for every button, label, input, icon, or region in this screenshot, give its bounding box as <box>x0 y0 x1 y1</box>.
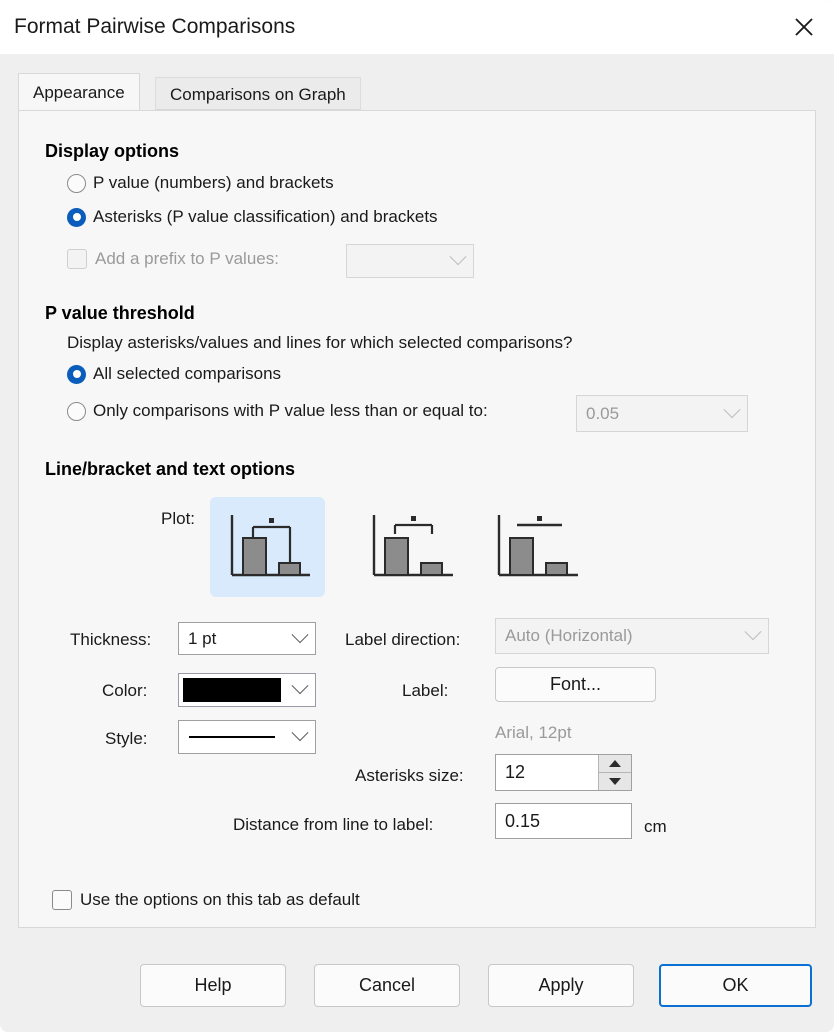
color-swatch <box>183 678 281 702</box>
tab-appearance-label: Appearance <box>33 83 125 102</box>
distance-input[interactable]: 0.15 <box>495 803 632 839</box>
chevron-down-icon <box>738 630 768 642</box>
checkbox-add-prefix-label: Add a prefix to P values: <box>95 249 279 269</box>
tab-comparisons-on-graph-label: Comparisons on Graph <box>170 85 346 104</box>
chevron-down-icon <box>717 408 747 420</box>
thickness-label: Thickness: <box>70 630 151 650</box>
radio-indicator-on <box>67 365 86 384</box>
line-style-preview-wrap <box>179 736 285 738</box>
close-icon[interactable] <box>774 0 834 54</box>
radio-indicator-off <box>67 402 86 421</box>
asterisks-size-label: Asterisks size: <box>355 766 464 786</box>
chevron-down-icon <box>285 633 315 645</box>
apply-button[interactable]: Apply <box>488 964 634 1007</box>
checkbox-use-as-default[interactable]: Use the options on this tab as default <box>52 890 360 910</box>
distance-label: Distance from line to label: <box>233 815 433 835</box>
cancel-button[interactable]: Cancel <box>314 964 460 1007</box>
radio-all-selected-comparisons-label: All selected comparisons <box>93 364 281 384</box>
radio-indicator-off <box>67 174 86 193</box>
thickness-dropdown[interactable]: 1 pt <box>178 622 316 655</box>
ok-button-label: OK <box>722 975 748 996</box>
stepper-down-icon[interactable] <box>599 772 631 790</box>
font-button-label: Font... <box>550 674 601 695</box>
radio-p-value-numbers[interactable]: P value (numbers) and brackets <box>67 173 334 193</box>
checkbox-add-prefix[interactable]: Add a prefix to P values: <box>67 249 279 269</box>
chevron-down-icon <box>285 731 315 743</box>
p-value-threshold-heading: P value threshold <box>45 303 195 324</box>
checkbox-use-as-default-label: Use the options on this tab as default <box>80 890 360 910</box>
format-pairwise-comparisons-dialog: Format Pairwise Comparisons Appearance C… <box>0 0 834 1032</box>
display-options-heading: Display options <box>45 141 179 162</box>
help-button-label: Help <box>194 975 231 996</box>
asterisks-size-stepper-buttons <box>598 755 631 790</box>
radio-indicator-on <box>67 208 86 227</box>
appearance-panel: Display options P value (numbers) and br… <box>18 110 816 928</box>
radio-asterisks[interactable]: Asterisks (P value classification) and b… <box>67 207 438 227</box>
label-direction-label: Label direction: <box>345 630 460 650</box>
distance-input-value: 0.15 <box>505 811 540 832</box>
radio-only-comparisons-threshold[interactable]: Only comparisons with P value less than … <box>67 401 488 421</box>
p-value-threshold-question: Display asterisks/values and lines for w… <box>67 333 573 353</box>
plot-label: Plot: <box>161 509 195 529</box>
plot-style-plain-line[interactable] <box>482 497 597 597</box>
label-font-label: Label: <box>402 681 448 701</box>
plot-style-bracket-long-legs[interactable] <box>210 497 325 597</box>
chevron-down-icon <box>443 255 473 267</box>
radio-only-comparisons-threshold-label: Only comparisons with P value less than … <box>93 401 488 421</box>
tab-appearance[interactable]: Appearance <box>18 73 140 110</box>
font-button[interactable]: Font... <box>495 667 656 702</box>
apply-button-label: Apply <box>538 975 583 996</box>
solid-line-icon <box>189 736 275 738</box>
color-swatch-wrap <box>179 674 285 706</box>
asterisks-size-stepper[interactable]: 12 <box>495 754 632 791</box>
title-bar: Format Pairwise Comparisons <box>0 0 834 54</box>
color-dropdown[interactable] <box>178 673 316 707</box>
ok-button[interactable]: OK <box>659 964 812 1007</box>
cancel-button-label: Cancel <box>359 975 415 996</box>
tab-comparisons-on-graph[interactable]: Comparisons on Graph <box>155 77 361 110</box>
prefix-dropdown[interactable] <box>346 244 474 278</box>
help-button[interactable]: Help <box>140 964 286 1007</box>
radio-asterisks-label: Asterisks (P value classification) and b… <box>93 207 438 227</box>
chevron-down-icon <box>285 674 315 706</box>
style-dropdown[interactable] <box>178 720 316 754</box>
distance-unit-label: cm <box>644 817 667 837</box>
tab-strip: Appearance Comparisons on Graph <box>18 77 816 110</box>
label-direction-dropdown[interactable]: Auto (Horizontal) <box>495 618 769 654</box>
p-value-threshold-dropdown-value: 0.05 <box>577 404 717 424</box>
font-summary: Arial, 12pt <box>495 723 572 743</box>
page-title: Format Pairwise Comparisons <box>14 0 295 54</box>
checkbox-indicator <box>67 249 87 269</box>
style-label: Style: <box>105 729 148 749</box>
plot-style-bracket-short-legs[interactable] <box>357 497 472 597</box>
label-direction-dropdown-value: Auto (Horizontal) <box>496 626 738 646</box>
radio-p-value-numbers-label: P value (numbers) and brackets <box>93 173 334 193</box>
p-value-threshold-dropdown[interactable]: 0.05 <box>576 395 748 432</box>
asterisks-size-value: 12 <box>496 755 598 790</box>
color-label: Color: <box>102 681 147 701</box>
checkbox-indicator <box>52 890 72 910</box>
thickness-dropdown-value: 1 pt <box>179 629 285 649</box>
line-bracket-heading: Line/bracket and text options <box>45 459 295 480</box>
radio-all-selected-comparisons[interactable]: All selected comparisons <box>67 364 281 384</box>
stepper-up-icon[interactable] <box>599 755 631 772</box>
